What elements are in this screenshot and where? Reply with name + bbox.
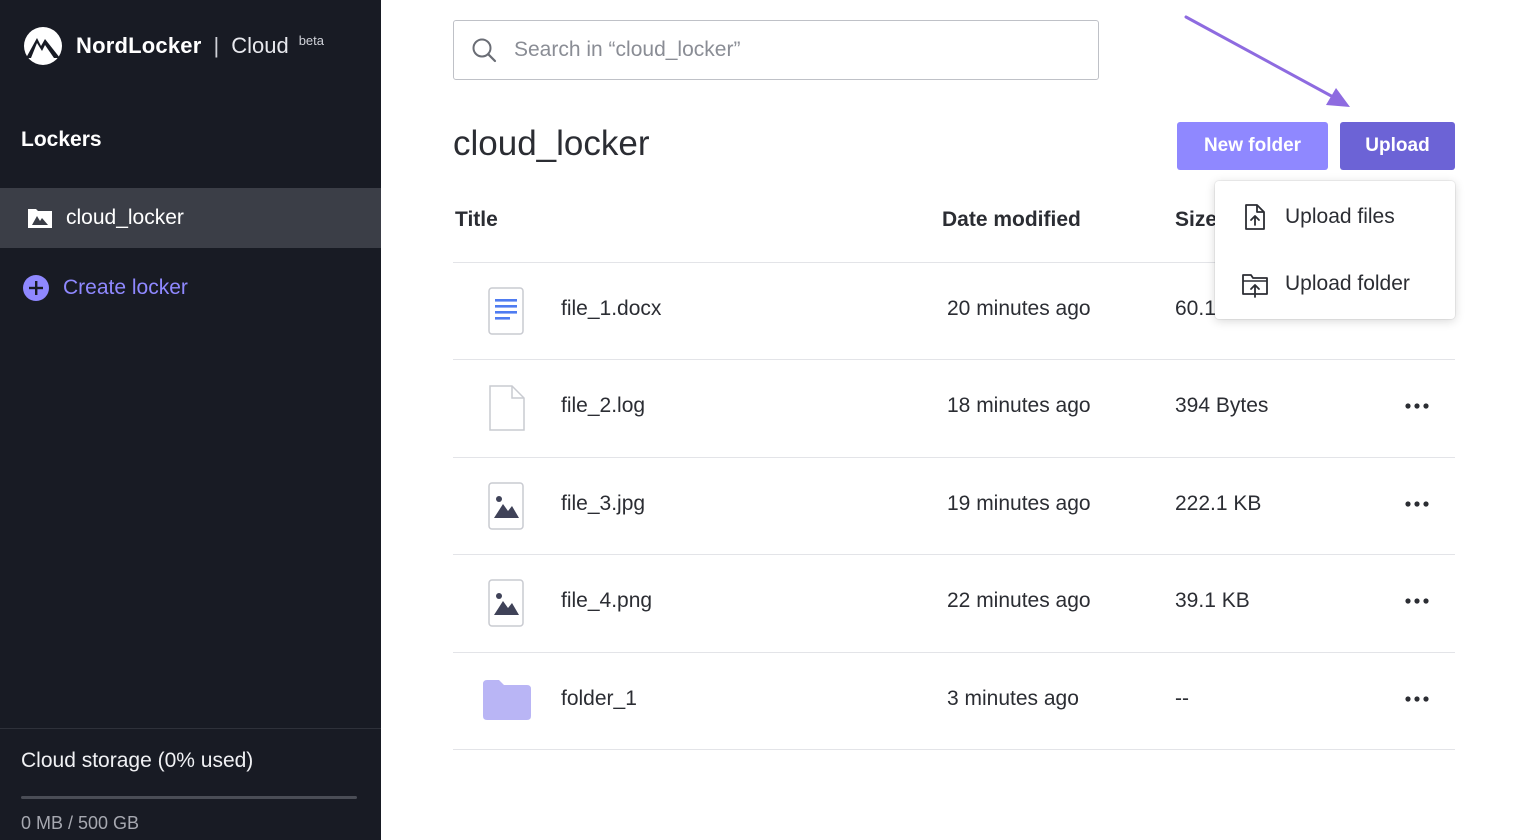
more-options-icon[interactable] — [1403, 488, 1435, 520]
column-header-title[interactable]: Title — [455, 208, 498, 232]
storage-progress-bar — [21, 796, 357, 799]
file-date: 20 minutes ago — [947, 297, 1091, 320]
storage-panel: Cloud storage (0% used) 0 MB / 500 GB — [0, 728, 381, 840]
brand-name: NordLocker — [76, 33, 202, 58]
nordlocker-logo-icon — [24, 27, 62, 65]
annotation-arrow-icon — [1184, 15, 1350, 107]
sidebar-item-cloud-locker[interactable]: cloud_locker — [0, 188, 381, 248]
new-folder-button[interactable]: New folder — [1177, 122, 1328, 170]
table-row[interactable]: folder_1 3 minutes ago -- — [453, 653, 1455, 749]
brand[interactable]: NordLocker | Cloud beta — [20, 26, 324, 66]
upload-folder-label: Upload folder — [1285, 272, 1410, 295]
brand-separator: | — [213, 33, 220, 58]
file-name[interactable]: file_4.png — [561, 589, 652, 613]
image-icon — [488, 579, 524, 627]
search-box[interactable] — [453, 20, 1099, 80]
upload-files-menu-item[interactable]: Upload files — [1215, 187, 1455, 247]
image-icon — [488, 482, 524, 530]
column-header-size[interactable]: Size — [1175, 208, 1217, 232]
storage-amount: 0 MB / 500 GB — [21, 813, 140, 833]
file-name[interactable]: file_2.log — [561, 394, 645, 418]
lockers-heading: Lockers — [21, 128, 102, 151]
file-name[interactable]: file_1.docx — [561, 297, 661, 321]
upload-dropdown-menu: Upload files Upload folder — [1215, 181, 1455, 319]
search-input[interactable] — [514, 38, 1074, 62]
upload-folder-icon — [1242, 274, 1268, 298]
plus-circle-icon — [23, 275, 49, 301]
file-date: 22 minutes ago — [947, 589, 1091, 612]
locker-icon — [28, 209, 52, 228]
upload-files-label: Upload files — [1285, 205, 1395, 228]
page-title: cloud_locker — [453, 124, 650, 163]
beta-badge: beta — [298, 32, 324, 48]
table-divider — [453, 749, 1455, 750]
sidebar-item-label: cloud_locker — [66, 206, 184, 229]
file-name[interactable]: file_3.jpg — [561, 492, 645, 516]
create-locker-button[interactable]: Create locker — [22, 274, 188, 302]
file-icon — [489, 385, 525, 431]
file-size: 394 Bytes — [1175, 394, 1269, 417]
table-row[interactable]: file_2.log 18 minutes ago 394 Bytes — [453, 360, 1455, 456]
file-size: -- — [1175, 687, 1189, 710]
file-date: 3 minutes ago — [947, 687, 1079, 710]
column-header-date[interactable]: Date modified — [942, 208, 1081, 232]
sidebar: NordLocker | Cloud beta Lockers cloud_lo… — [0, 0, 381, 840]
search-icon — [472, 38, 497, 63]
table-row[interactable]: file_3.jpg 19 minutes ago 222.1 KB — [453, 458, 1455, 554]
brand-product: Cloud — [231, 33, 289, 58]
more-options-icon[interactable] — [1403, 585, 1435, 617]
file-size: 60.1 — [1175, 297, 1216, 320]
file-size: 39.1 KB — [1175, 589, 1250, 612]
upload-button[interactable]: Upload — [1340, 122, 1455, 170]
folder-icon — [483, 680, 531, 720]
file-date: 18 minutes ago — [947, 394, 1091, 417]
storage-title: Cloud storage (0% used) — [21, 749, 254, 772]
create-locker-label: Create locker — [63, 276, 188, 299]
folder-name[interactable]: folder_1 — [561, 687, 637, 711]
file-date: 19 minutes ago — [947, 492, 1091, 515]
table-row[interactable]: file_4.png 22 minutes ago 39.1 KB — [453, 555, 1455, 651]
more-options-icon[interactable] — [1403, 683, 1435, 715]
upload-file-icon — [1245, 204, 1265, 230]
upload-folder-menu-item[interactable]: Upload folder — [1215, 254, 1455, 314]
more-options-icon[interactable] — [1403, 390, 1435, 422]
file-size: 222.1 KB — [1175, 492, 1262, 515]
document-icon — [488, 287, 524, 335]
